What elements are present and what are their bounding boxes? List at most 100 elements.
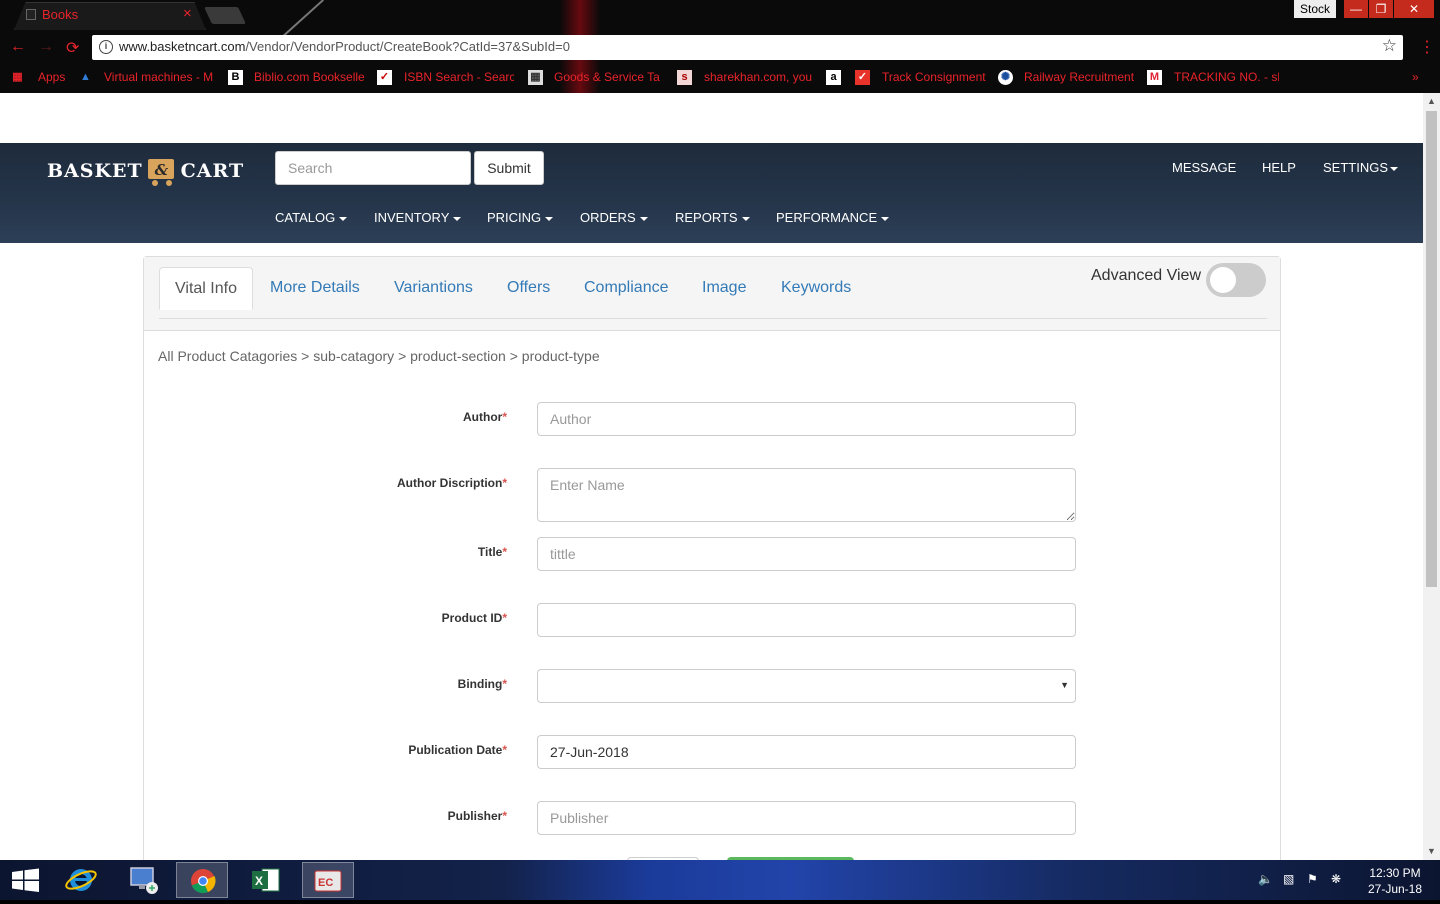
- tab-vital-info[interactable]: Vital Info: [159, 267, 253, 310]
- author-label: Author*: [463, 410, 507, 424]
- tab-compliance[interactable]: Compliance: [569, 267, 683, 310]
- menu-catalog[interactable]: CATALOG: [275, 210, 348, 225]
- author-description-textarea[interactable]: [537, 468, 1076, 522]
- window-label: Stock: [1294, 0, 1336, 18]
- cart-logo-icon: &: [145, 155, 179, 187]
- scroll-thumb[interactable]: [1426, 111, 1437, 587]
- dropdown-arrow-icon: ▼: [1060, 680, 1069, 690]
- windows-start-icon[interactable]: [0, 862, 52, 898]
- clock-time: 12:30 PM: [1369, 866, 1421, 880]
- close-window-button[interactable]: ✕: [1394, 0, 1434, 18]
- bookmark-item[interactable]: sharekhan.com, you: [704, 70, 814, 84]
- bookmark-item[interactable]: Biblio.com Bookselle: [254, 70, 364, 84]
- tab-more-details[interactable]: More Details: [255, 267, 375, 310]
- url-text[interactable]: www.basketncart.com/Vendor/VendorProduct…: [119, 39, 570, 54]
- svg-text:EC: EC: [318, 877, 333, 889]
- category-breadcrumb: All Product Catagories > sub-catagory > …: [158, 348, 600, 364]
- reload-icon[interactable]: ⟳: [66, 38, 79, 58]
- amazon-icon[interactable]: a: [826, 70, 841, 85]
- bookmark-item[interactable]: Goods & Service Ta: [554, 70, 664, 84]
- menu-reports[interactable]: REPORTS: [675, 210, 750, 225]
- submit-button[interactable]: Submit: [474, 151, 544, 185]
- tab-offers[interactable]: Offers: [492, 267, 565, 310]
- bookmark-item[interactable]: TRACKING NO. - sh: [1174, 70, 1279, 84]
- title-input[interactable]: [537, 537, 1076, 571]
- restore-button[interactable]: ❐: [1369, 0, 1393, 18]
- bookmarks-bar: ▦ Apps ▲ Virtual machines - M B Biblio.c…: [0, 66, 1440, 90]
- system-clock[interactable]: 12:30 PM 27-Jun-18: [1360, 865, 1430, 897]
- scroll-down-icon[interactable]: ▼: [1427, 846, 1436, 856]
- site-info-icon[interactable]: i: [99, 40, 113, 54]
- advanced-view-label: Advanced View: [1091, 267, 1201, 284]
- internet-explorer-icon[interactable]: [55, 862, 107, 898]
- sharekhan-icon: s: [677, 70, 692, 85]
- panel-heading: Vital Info More Details Variantions Offe…: [144, 257, 1280, 331]
- excel-icon[interactable]: X: [240, 862, 292, 898]
- windows-taskbar: X EC 🔈 ▧ ⚑ ❋ 12:30 PM 27-Jun-18: [0, 860, 1440, 900]
- gst-icon: ▦: [528, 70, 543, 85]
- menu-performance[interactable]: PERFORMANCE: [776, 210, 890, 225]
- product-id-label: Product ID*: [441, 611, 507, 625]
- tab-favicon-icon: [26, 9, 36, 20]
- bookmark-star-icon[interactable]: ☆: [1382, 36, 1397, 56]
- site-logo[interactable]: BASKET & CART: [47, 155, 244, 187]
- ec-app-icon[interactable]: EC: [302, 862, 354, 898]
- more-bookmarks-icon[interactable]: »: [1412, 70, 1419, 84]
- binding-select[interactable]: ▼: [537, 669, 1076, 703]
- railway-icon: ✺: [998, 70, 1013, 85]
- remote-desktop-icon[interactable]: [117, 862, 169, 898]
- publisher-input[interactable]: [537, 801, 1076, 835]
- bookmark-item[interactable]: Railway Recruitment: [1024, 70, 1134, 84]
- minimize-button[interactable]: —: [1344, 0, 1368, 18]
- tab-image[interactable]: Image: [687, 267, 761, 310]
- message-link[interactable]: MESSAGE: [1172, 160, 1236, 175]
- tab-close-icon[interactable]: ×: [183, 5, 192, 22]
- page-scrollbar[interactable]: ▲ ▼: [1423, 93, 1440, 860]
- caret-down-icon: [741, 216, 750, 221]
- svg-text:X: X: [255, 874, 263, 888]
- back-icon[interactable]: ←: [10, 38, 26, 56]
- bookmark-item[interactable]: Virtual machines - M: [104, 70, 214, 84]
- help-link[interactable]: HELP: [1262, 160, 1296, 175]
- author-description-label: Author Discription*: [397, 476, 507, 490]
- menu-pricing[interactable]: PRICING: [487, 210, 554, 225]
- network-icon[interactable]: ▧: [1283, 872, 1294, 886]
- track-icon: ✓: [855, 70, 870, 85]
- caret-down-icon: [339, 216, 348, 221]
- volume-icon[interactable]: 🔈: [1258, 872, 1273, 886]
- publication-date-input[interactable]: [537, 735, 1076, 769]
- chrome-icon[interactable]: [176, 862, 228, 898]
- site-navbar: BASKET & CART Submit MESSAGE HELP SETTIN…: [0, 143, 1423, 243]
- title-label: Title*: [477, 545, 507, 559]
- search-input[interactable]: [275, 151, 471, 185]
- bookmark-item[interactable]: Apps: [38, 70, 65, 84]
- advanced-view-toggle[interactable]: [1206, 263, 1266, 297]
- browser-menu-icon[interactable]: ⋮: [1419, 37, 1435, 57]
- forward-icon[interactable]: →: [38, 38, 54, 56]
- tab-keywords[interactable]: Keywords: [766, 267, 866, 310]
- tab-title[interactable]: Books: [42, 7, 78, 22]
- logo-text-left: BASKET: [47, 160, 143, 182]
- caret-down-icon: [545, 216, 554, 221]
- logo-text-right: CART: [180, 160, 245, 182]
- clock-date: 27-Jun-18: [1367, 882, 1423, 896]
- menu-inventory[interactable]: INVENTORY: [374, 210, 462, 225]
- tab-variantions[interactable]: Variantions: [379, 267, 488, 310]
- sync-tray-icon[interactable]: ❋: [1331, 872, 1341, 886]
- address-bar[interactable]: i www.basketncart.com/Vendor/VendorProdu…: [92, 35, 1403, 60]
- author-input[interactable]: [537, 402, 1076, 436]
- azure-icon: ▲: [80, 71, 91, 83]
- bookmark-item[interactable]: Track Consignment: [882, 70, 992, 84]
- bookmark-item[interactable]: ISBN Search - Searc: [404, 70, 514, 84]
- caret-down-icon: [1390, 166, 1399, 171]
- menu-orders[interactable]: ORDERS: [580, 210, 648, 225]
- apps-grid-icon[interactable]: ▦: [10, 70, 25, 85]
- binding-label: Binding*: [457, 677, 507, 691]
- action-center-flag-icon[interactable]: ⚑: [1307, 872, 1318, 886]
- settings-dropdown[interactable]: SETTINGS: [1323, 160, 1399, 175]
- scroll-up-icon[interactable]: ▲: [1427, 96, 1436, 106]
- product-form-panel: Vital Info More Details Variantions Offe…: [143, 256, 1281, 860]
- new-tab-button[interactable]: [204, 7, 246, 24]
- page-viewport: BASKET & CART Submit MESSAGE HELP SETTIN…: [0, 93, 1423, 860]
- product-id-input[interactable]: [537, 603, 1076, 637]
